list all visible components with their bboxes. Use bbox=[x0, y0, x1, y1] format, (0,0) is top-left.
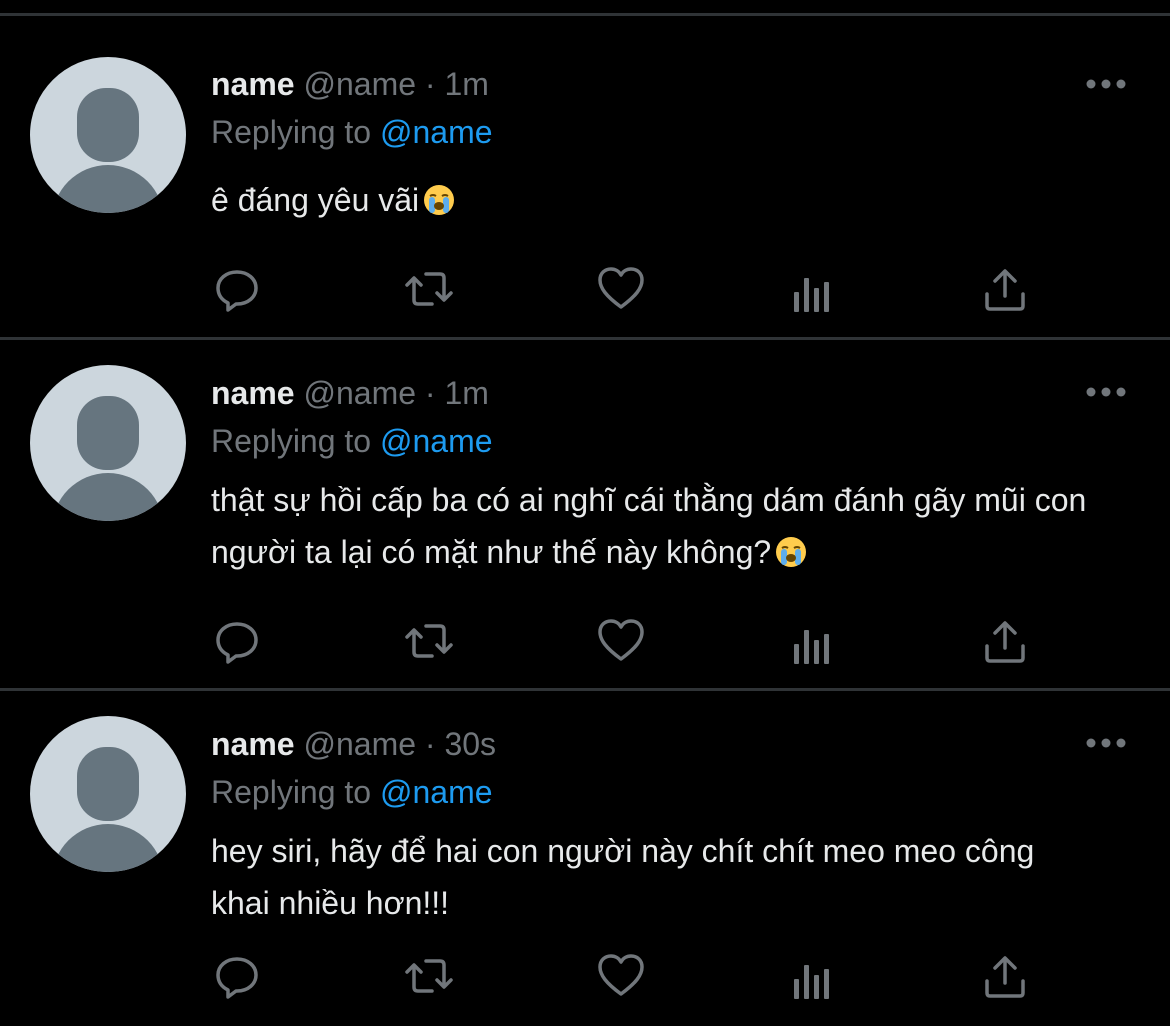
display-name[interactable]: name bbox=[211, 375, 295, 411]
reply-icon bbox=[216, 270, 258, 312]
replying-to-label: Replying to bbox=[211, 114, 372, 150]
retweet-icon bbox=[405, 959, 453, 993]
reply-button[interactable] bbox=[212, 951, 262, 1001]
tweet-header: name @name · 1m bbox=[211, 373, 489, 413]
share-icon bbox=[985, 621, 1025, 663]
reply-button[interactable] bbox=[212, 264, 262, 314]
user-handle[interactable]: @name bbox=[303, 66, 416, 102]
tweet[interactable]: name @name · 1m Replying to @name ê đáng… bbox=[0, 0, 1170, 340]
more-options-button[interactable] bbox=[1084, 70, 1128, 98]
display-name[interactable]: name bbox=[211, 66, 295, 102]
loudly-crying-face-icon bbox=[424, 185, 455, 215]
retweet-icon bbox=[405, 624, 453, 658]
share-button[interactable] bbox=[980, 953, 1030, 1003]
timestamp[interactable]: 1m bbox=[444, 66, 488, 102]
tweet-text-content: ê đáng yêu vãi bbox=[211, 182, 420, 218]
default-profile-icon bbox=[52, 396, 164, 521]
tweet-header: name @name · 1m bbox=[211, 64, 489, 104]
avatar[interactable] bbox=[30, 57, 186, 213]
separator-dot: · bbox=[424, 375, 436, 411]
retweet-button[interactable] bbox=[404, 951, 454, 1001]
share-button[interactable] bbox=[980, 618, 1030, 668]
replying-to-line: Replying to @name bbox=[211, 421, 493, 461]
timestamp[interactable]: 30s bbox=[444, 726, 496, 762]
tweet-text-content: thật sự hồi cấp ba có ai nghĩ cái thằng … bbox=[211, 482, 1087, 570]
tweet-text: ê đáng yêu vãi bbox=[211, 174, 1111, 226]
more-dots-icon bbox=[1086, 738, 1126, 748]
replying-to-line: Replying to @name bbox=[211, 772, 493, 812]
analytics-icon bbox=[794, 278, 829, 312]
heart-icon bbox=[598, 619, 644, 661]
heart-icon bbox=[598, 954, 644, 996]
like-button[interactable] bbox=[596, 264, 646, 314]
analytics-button[interactable] bbox=[788, 622, 838, 672]
analytics-button[interactable] bbox=[788, 957, 838, 1007]
retweet-button[interactable] bbox=[404, 264, 454, 314]
analytics-button[interactable] bbox=[788, 270, 838, 320]
like-button[interactable] bbox=[596, 616, 646, 666]
share-icon bbox=[985, 269, 1025, 311]
tweet-text-content: hey siri, hãy để hai con người này chít … bbox=[211, 833, 1035, 921]
tweet-header: name @name · 30s bbox=[211, 724, 496, 764]
reply-button[interactable] bbox=[212, 616, 262, 666]
reply-to-handle[interactable]: @name bbox=[380, 774, 493, 810]
more-dots-icon bbox=[1086, 387, 1126, 397]
share-icon bbox=[985, 956, 1025, 998]
separator-dot: · bbox=[424, 726, 436, 762]
default-profile-icon bbox=[52, 88, 164, 213]
analytics-icon bbox=[794, 965, 829, 999]
timestamp[interactable]: 1m bbox=[444, 375, 488, 411]
retweet-button[interactable] bbox=[404, 616, 454, 666]
avatar[interactable] bbox=[30, 365, 186, 521]
tweet[interactable]: name @name · 30s Replying to @name hey s… bbox=[0, 691, 1170, 1026]
replying-to-label: Replying to bbox=[211, 774, 372, 810]
default-profile-icon bbox=[52, 747, 164, 872]
user-handle[interactable]: @name bbox=[303, 726, 416, 762]
reply-to-handle[interactable]: @name bbox=[380, 423, 493, 459]
tweet-text: hey siri, hãy để hai con người này chít … bbox=[211, 825, 1071, 929]
like-button[interactable] bbox=[596, 951, 646, 1001]
reply-icon bbox=[216, 622, 258, 664]
more-options-button[interactable] bbox=[1084, 378, 1128, 406]
analytics-icon bbox=[794, 630, 829, 664]
share-button[interactable] bbox=[980, 266, 1030, 316]
heart-icon bbox=[598, 267, 644, 309]
retweet-icon bbox=[405, 272, 453, 306]
tweet-text: thật sự hồi cấp ba có ai nghĩ cái thằng … bbox=[211, 474, 1091, 578]
tweet[interactable]: name @name · 1m Replying to @name thật s… bbox=[0, 340, 1170, 690]
reply-icon bbox=[216, 957, 258, 999]
avatar[interactable] bbox=[30, 716, 186, 872]
reply-to-handle[interactable]: @name bbox=[380, 114, 493, 150]
separator-dot: · bbox=[424, 66, 436, 102]
loudly-crying-face-icon bbox=[776, 537, 807, 567]
replying-to-label: Replying to bbox=[211, 423, 372, 459]
more-dots-icon bbox=[1086, 79, 1126, 89]
user-handle[interactable]: @name bbox=[303, 375, 416, 411]
replying-to-line: Replying to @name bbox=[211, 112, 493, 152]
more-options-button[interactable] bbox=[1084, 729, 1128, 757]
display-name[interactable]: name bbox=[211, 726, 295, 762]
